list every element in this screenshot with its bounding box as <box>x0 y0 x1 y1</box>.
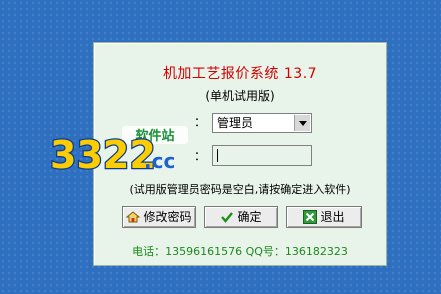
exit-label: 退出 <box>320 210 345 224</box>
ok-button[interactable]: 确定 <box>204 206 278 228</box>
user-select[interactable]: 管理员 <box>212 113 312 133</box>
text-caret <box>217 149 218 162</box>
app-title: 机加工艺报价系统 13.7 <box>162 66 318 82</box>
chevron-down-icon[interactable] <box>294 115 310 131</box>
close-icon <box>303 210 318 224</box>
exit-button[interactable]: 退出 <box>286 206 362 228</box>
password-label: ： <box>194 149 207 163</box>
house-key-icon <box>126 211 141 223</box>
watermark-number: 3322 <box>50 133 156 177</box>
user-select-value: 管理员 <box>217 116 254 130</box>
edition-subtitle: (单机试用版) <box>205 89 275 103</box>
check-icon <box>221 212 234 223</box>
site-watermark-logo: 软件站 3322 .cc <box>49 126 188 178</box>
ok-label: 确定 <box>237 210 262 224</box>
user-label: ： <box>194 115 207 129</box>
change-password-label: 修改密码 <box>143 210 192 224</box>
contact-info: 电话：13596161576 QQ号：136182323 <box>132 245 348 258</box>
change-password-button[interactable]: 修改密码 <box>122 206 196 228</box>
watermark-domain: .cc <box>144 149 175 173</box>
password-hint: (试用版管理员密码是空白,请按确定进入软件) <box>129 183 351 196</box>
password-field[interactable] <box>212 145 312 166</box>
